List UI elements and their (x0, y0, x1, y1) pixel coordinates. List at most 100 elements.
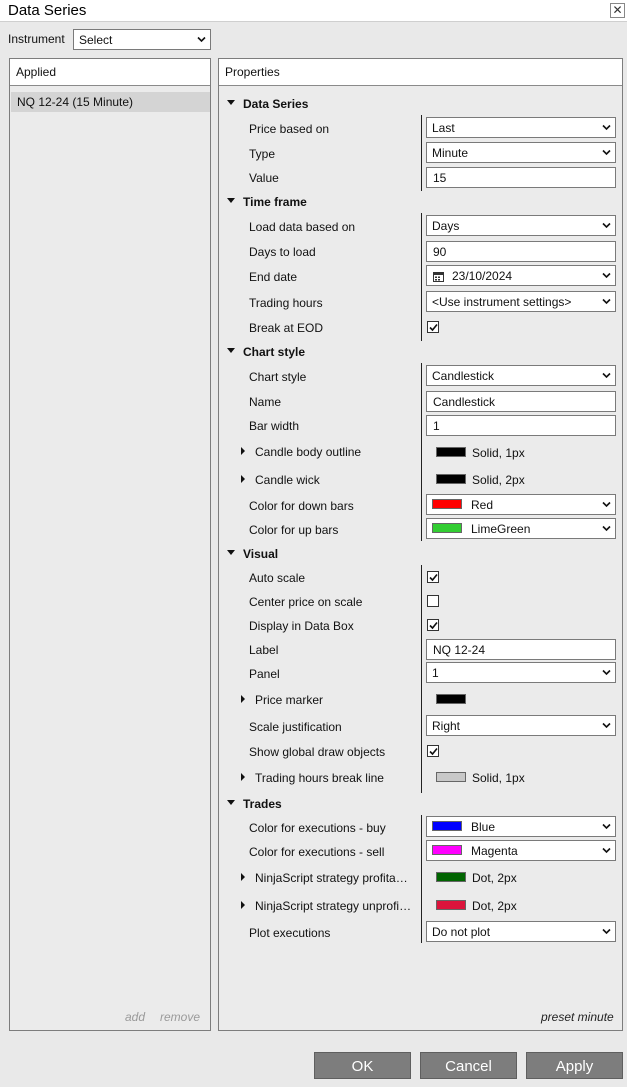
expand-right-icon[interactable] (241, 695, 245, 703)
expand-down-icon (227, 348, 235, 353)
exec-sell-color-select[interactable]: Magenta (426, 840, 616, 861)
price-marker-swatch[interactable] (436, 694, 466, 704)
candle-wick-swatch[interactable] (436, 474, 466, 484)
trading-hours-select[interactable]: <Use instrument settings> (426, 291, 616, 312)
up-bars-color-select[interactable]: LimeGreen (426, 518, 616, 539)
show-global-draw-label: Show global draw objects (249, 745, 386, 759)
grid-divider (421, 213, 422, 341)
display-data-box-label: Display in Data Box (249, 619, 354, 633)
exec-sell-label: Color for executions - sell (249, 845, 385, 859)
expand-down-icon (227, 100, 235, 105)
candle-wick-value[interactable]: Solid, 2px (472, 473, 525, 487)
strategy-profit-value[interactable]: Dot, 2px (472, 871, 517, 885)
cancel-button[interactable]: Cancel (420, 1052, 517, 1079)
strategy-unprofit-value[interactable]: Dot, 2px (472, 899, 517, 913)
candle-body-outline-swatch[interactable] (436, 447, 466, 457)
break-at-eod-checkbox[interactable] (427, 321, 439, 333)
end-date-picker[interactable]: 23/10/2024 (426, 265, 616, 286)
expand-down-icon (227, 198, 235, 203)
panel-label: Panel (249, 667, 280, 681)
load-data-select[interactable]: Days (426, 215, 616, 236)
applied-panel: Applied NQ 12-24 (15 Minute) add remove (9, 58, 211, 1031)
checkmark-icon (429, 621, 438, 630)
exec-buy-color-select[interactable]: Blue (426, 816, 616, 837)
expand-right-icon[interactable] (241, 475, 245, 483)
candle-body-outline-label: Candle body outline (255, 445, 362, 459)
label-input[interactable]: NQ 12-24 (426, 639, 616, 660)
down-bars-swatch (432, 499, 462, 509)
chevron-down-icon (602, 501, 611, 508)
chart-style-select[interactable]: Candlestick (426, 365, 616, 386)
auto-scale-checkbox[interactable] (427, 571, 439, 583)
display-data-box-checkbox[interactable] (427, 619, 439, 631)
applied-list-item[interactable]: NQ 12-24 (15 Minute) (11, 92, 210, 112)
days-to-load-label: Days to load (249, 245, 316, 259)
chevron-down-icon (602, 847, 611, 854)
bar-width-input[interactable]: 1 (426, 415, 616, 436)
down-bars-color-select[interactable]: Red (426, 494, 616, 515)
strategy-unprofit-label: NinjaScript strategy unprofi… (255, 899, 412, 913)
name-label: Name (249, 395, 282, 409)
chevron-down-icon (602, 298, 611, 305)
apply-button[interactable]: Apply (526, 1052, 623, 1079)
chevron-down-icon (602, 928, 611, 935)
instrument-select[interactable]: Select (73, 29, 211, 50)
title-bar: Data Series ✕ (0, 0, 627, 22)
preset-link[interactable]: preset minute (541, 1010, 614, 1024)
panel-select[interactable]: 1 (426, 662, 616, 683)
break-at-eod-label: Break at EOD (249, 321, 324, 335)
checkmark-icon (429, 747, 438, 756)
instrument-select-value: Select (79, 33, 113, 47)
ok-button[interactable]: OK (314, 1052, 411, 1079)
price-based-on-select[interactable]: Last (426, 117, 616, 138)
exec-buy-swatch (432, 821, 462, 831)
expand-right-icon[interactable] (241, 773, 245, 781)
expand-right-icon[interactable] (241, 901, 245, 909)
properties-header: Properties (219, 59, 622, 86)
expand-right-icon[interactable] (241, 873, 245, 881)
end-date-label: End date (249, 270, 298, 284)
center-price-checkbox[interactable] (427, 595, 439, 607)
close-button[interactable]: ✕ (610, 3, 625, 18)
show-global-draw-checkbox[interactable] (427, 745, 439, 757)
calendar-icon (433, 272, 444, 282)
scale-justification-select[interactable]: Right (426, 715, 616, 736)
type-select[interactable]: Minute (426, 142, 616, 163)
chevron-down-icon (602, 372, 611, 379)
trading-hours-break-value[interactable]: Solid, 1px (472, 771, 525, 785)
window-title: Data Series (8, 2, 87, 19)
add-link[interactable]: add (125, 1010, 145, 1024)
properties-panel: Properties Data Series Price based on La… (218, 58, 623, 1031)
bar-width-label: Bar width (249, 419, 300, 433)
instrument-label: Instrument (8, 32, 65, 46)
chevron-down-icon (602, 272, 611, 279)
chevron-down-icon (197, 36, 206, 43)
chevron-down-icon (602, 823, 611, 830)
plot-executions-select[interactable]: Do not plot (426, 921, 616, 942)
candle-body-outline-value[interactable]: Solid, 1px (472, 446, 525, 460)
name-input[interactable]: Candlestick (426, 391, 616, 412)
value-label: Value (249, 171, 279, 185)
trading-hours-break-label: Trading hours break line (255, 771, 384, 785)
grid-divider (421, 115, 422, 191)
strategy-unprofit-swatch[interactable] (436, 900, 466, 910)
exec-buy-label: Color for executions - buy (249, 821, 386, 835)
expand-right-icon[interactable] (241, 447, 245, 455)
checkmark-icon (429, 323, 438, 332)
value-input[interactable]: 15 (426, 167, 616, 188)
price-marker-label: Price marker (255, 693, 324, 707)
chevron-down-icon (602, 669, 611, 676)
up-bars-color-label: Color for up bars (249, 523, 339, 537)
trading-hours-break-swatch[interactable] (436, 772, 466, 782)
expand-down-icon (227, 550, 235, 555)
remove-link[interactable]: remove (160, 1010, 200, 1024)
chevron-down-icon (602, 149, 611, 156)
strategy-profit-swatch[interactable] (436, 872, 466, 882)
grid-divider (421, 815, 422, 943)
candle-wick-label: Candle wick (255, 473, 320, 487)
days-to-load-input[interactable]: 90 (426, 241, 616, 262)
auto-scale-label: Auto scale (249, 571, 306, 585)
plot-executions-label: Plot executions (249, 926, 331, 940)
grid-divider (421, 565, 422, 793)
exec-sell-swatch (432, 845, 462, 855)
